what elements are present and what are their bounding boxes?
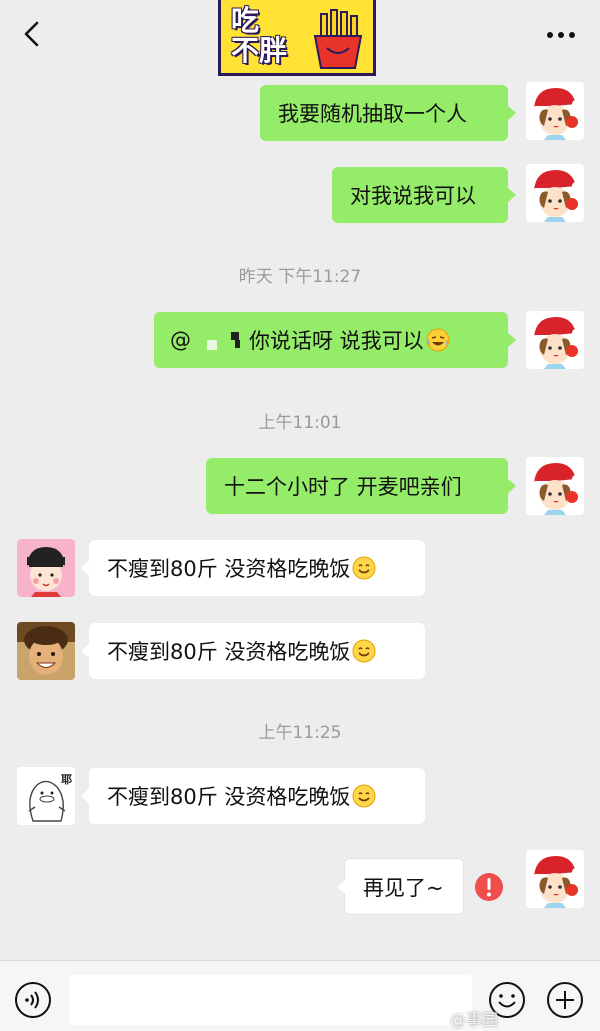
smiling-emoji bbox=[352, 639, 376, 663]
plus-circle-icon[interactable] bbox=[546, 981, 584, 1019]
my-avatar[interactable] bbox=[526, 457, 584, 515]
avatar-tag: 耶 bbox=[61, 773, 72, 786]
message-bubble-outgoing[interactable]: 十二个小时了 开麦吧亲们 bbox=[206, 458, 516, 514]
watermark: @事园 bbox=[450, 1010, 499, 1029]
logo: 吃 不胖 bbox=[218, 0, 376, 76]
message-bubble-incoming[interactable]: 不瘦到80斤 没资格吃晚饭 bbox=[81, 540, 425, 596]
mention-at: @ bbox=[170, 328, 191, 352]
my-avatar[interactable] bbox=[526, 164, 584, 222]
message-bubble-incoming[interactable]: 不瘦到80斤 没资格吃晚饭 bbox=[81, 623, 425, 679]
logo-line2: 不胖 bbox=[231, 34, 288, 67]
smiling-emoji bbox=[352, 784, 376, 808]
friend-avatar[interactable] bbox=[17, 539, 75, 597]
message-input[interactable] bbox=[70, 975, 472, 1025]
my-avatar[interactable] bbox=[526, 311, 584, 369]
timestamp: 昨天 下午11:27 bbox=[238, 267, 362, 287]
timestamp: 上午11:01 bbox=[258, 413, 342, 433]
smiling-emoji bbox=[352, 556, 376, 580]
message-text: 十二个小时了 开麦吧亲们 bbox=[224, 475, 462, 499]
voice-icon[interactable] bbox=[14, 981, 52, 1019]
christmas-hat-girl-avatar bbox=[526, 457, 584, 515]
child-photo-avatar bbox=[17, 622, 75, 680]
censored-name bbox=[191, 328, 249, 352]
message-text: 再见了~ bbox=[363, 875, 444, 900]
message-bubble-incoming[interactable]: 不瘦到80斤 没资格吃晚饭 bbox=[81, 768, 425, 824]
christmas-hat-girl-avatar bbox=[526, 164, 584, 222]
cartoon-girl-avatar bbox=[17, 539, 75, 597]
timestamp: 上午11:25 bbox=[258, 723, 342, 743]
chevron-left-icon[interactable] bbox=[18, 20, 46, 48]
message-text: 我要随机抽取一个人 bbox=[278, 102, 467, 126]
ellipsis-icon[interactable] bbox=[546, 30, 576, 40]
logo-line1: 吃 bbox=[231, 4, 260, 37]
laughing-crying-emoji bbox=[426, 328, 450, 352]
duck-sketch-avatar: 耶 bbox=[17, 767, 75, 825]
message-bubble-outgoing[interactable]: @ 你说话呀 说我可以 bbox=[154, 312, 516, 368]
christmas-hat-girl-avatar bbox=[526, 311, 584, 369]
my-avatar[interactable] bbox=[526, 850, 584, 908]
message-text: 不瘦到80斤 没资格吃晚饭 bbox=[107, 785, 351, 809]
christmas-hat-girl-avatar bbox=[526, 82, 584, 140]
christmas-hat-girl-avatar bbox=[526, 850, 584, 908]
message-bubble-outgoing[interactable]: 我要随机抽取一个人 bbox=[260, 85, 516, 141]
message-text: 不瘦到80斤 没资格吃晚饭 bbox=[107, 557, 351, 581]
friend-avatar[interactable] bbox=[17, 622, 75, 680]
message-text: 不瘦到80斤 没资格吃晚饭 bbox=[107, 640, 351, 664]
message-bubble-outgoing-unsent[interactable]: 再见了~ bbox=[337, 858, 464, 915]
fries-icon bbox=[313, 9, 363, 69]
my-avatar[interactable] bbox=[526, 82, 584, 140]
message-text: 你说话呀 说我可以 bbox=[249, 329, 424, 353]
message-text: 对我说我可以 bbox=[350, 184, 476, 208]
friend-avatar[interactable]: 耶 bbox=[17, 767, 75, 825]
send-failed-icon[interactable] bbox=[474, 872, 504, 902]
input-bar bbox=[0, 960, 600, 1031]
message-bubble-outgoing[interactable]: 对我说我可以 bbox=[332, 167, 516, 223]
chat-header: 吃 不胖 bbox=[0, 0, 600, 76]
